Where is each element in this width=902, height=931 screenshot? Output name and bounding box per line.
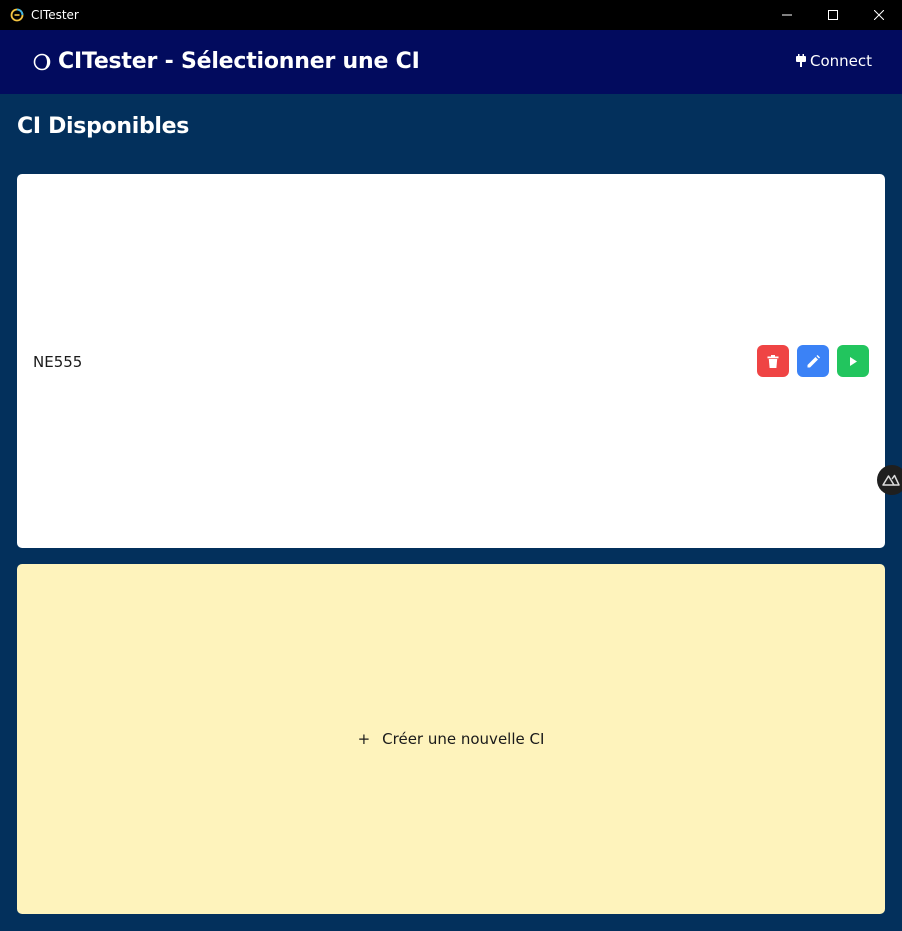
app-title: CITester - Sélectionner une CI bbox=[58, 49, 420, 74]
connect-label: Connect bbox=[809, 52, 872, 70]
ci-name: NE555 bbox=[33, 353, 83, 371]
edit-button[interactable] bbox=[797, 345, 829, 377]
maximize-icon bbox=[828, 10, 838, 20]
run-button[interactable] bbox=[837, 345, 869, 377]
window-titlebar: CITester bbox=[0, 0, 902, 30]
create-ci-label: Créer une nouvelle CI bbox=[382, 730, 545, 748]
minimize-icon bbox=[782, 14, 792, 16]
ci-actions bbox=[757, 345, 869, 377]
page-title: CI Disponibles bbox=[17, 114, 190, 139]
maximize-button[interactable] bbox=[810, 0, 856, 30]
plus-icon: + bbox=[357, 730, 371, 748]
moon-logo-icon bbox=[33, 53, 51, 71]
trash-icon bbox=[767, 354, 779, 368]
close-button[interactable] bbox=[856, 0, 902, 30]
nuxt-logo-icon bbox=[882, 474, 900, 486]
window-title: CITester bbox=[31, 8, 79, 22]
pencil-icon bbox=[807, 354, 820, 367]
play-icon bbox=[850, 356, 857, 366]
create-ci-button[interactable]: + Créer une nouvelle CI bbox=[17, 564, 885, 914]
close-icon bbox=[874, 10, 884, 20]
plug-icon bbox=[795, 54, 806, 67]
minimize-button[interactable] bbox=[764, 0, 810, 30]
devtools-toggle[interactable] bbox=[877, 465, 902, 495]
connect-button[interactable]: Connect bbox=[795, 52, 872, 70]
create-ci-content: + Créer une nouvelle CI bbox=[17, 730, 885, 748]
ci-card[interactable]: NE555 bbox=[17, 174, 885, 548]
app-icon bbox=[10, 8, 24, 22]
delete-button[interactable] bbox=[757, 345, 789, 377]
app-header: CITester - Sélectionner une CI Connect bbox=[0, 30, 902, 94]
window-controls bbox=[764, 0, 902, 30]
